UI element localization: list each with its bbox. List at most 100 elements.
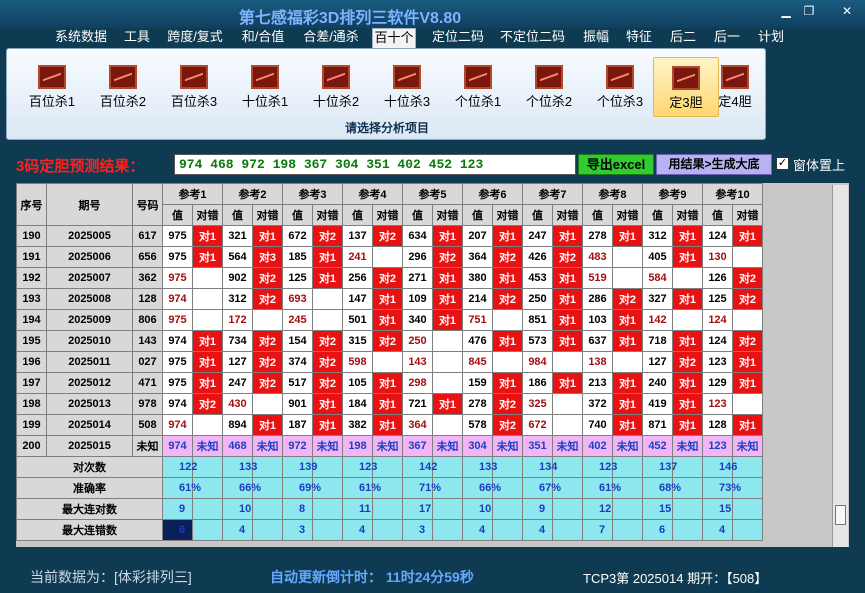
result-field[interactable]: 974 468 972 198 367 304 351 402 452 123 [174, 154, 576, 175]
cell-hit: 对2 [552, 246, 583, 268]
table-row[interactable]: 191 2025006 656 975 对1 564 对3 185 对1 241 296 对2 364 对… [16, 246, 763, 268]
table-row[interactable]: 192 2025007 362 975 902 对2 125 对1 256 对2 271 对1 380 对… [16, 267, 763, 289]
ribbon-button-label: 定3胆 [669, 95, 703, 110]
stats-value: 61% [599, 477, 643, 499]
table-row[interactable]: 196 2025011 027 975 对1 127 对2 374 对2 598 143 845 984… [16, 351, 763, 373]
ribbon-button-4[interactable]: 十位杀2 [303, 57, 369, 117]
minimize-button[interactable]: ▁ [775, 4, 797, 20]
stats-blank [462, 519, 493, 541]
menu-item-11[interactable]: 后一 [713, 28, 741, 48]
cell-hit: 对2 [312, 372, 343, 394]
cell-hit [192, 414, 223, 436]
menu-item-8[interactable]: 振幅 [582, 28, 610, 48]
ribbon-button-3[interactable]: 十位杀1 [232, 57, 298, 117]
ribbon-button-10[interactable]: 定4胆 [713, 57, 757, 117]
maximize-button[interactable]: ❐ [798, 4, 820, 20]
ribbon-button-8[interactable]: 个位杀3 [587, 57, 653, 117]
cell-hit: 对1 [672, 225, 703, 247]
cell-value: 296 [402, 246, 433, 268]
cell-hit: 对1 [372, 414, 403, 436]
scrollbar-thumb[interactable] [835, 505, 846, 525]
stats-value: 66% [239, 477, 283, 499]
menu-item-12[interactable]: 计划 [757, 28, 785, 48]
cell-value: 127 [642, 351, 673, 373]
stats-blank [582, 519, 613, 541]
ribbon-button-9[interactable]: 定3胆 [653, 57, 719, 117]
ribbon-button-0[interactable]: 百位杀1 [19, 57, 85, 117]
ribbon-button-5[interactable]: 十位杀3 [374, 57, 440, 117]
menu-item-6[interactable]: 定位二码 [432, 28, 484, 48]
cell-value: 578 [462, 414, 493, 436]
generate-base-button[interactable]: 用结果>生成大底 [656, 154, 772, 175]
cell-value: 419 [642, 393, 673, 415]
cell-value: 130 [702, 246, 733, 268]
predict-value: 123 [702, 435, 733, 457]
ribbon-button-6[interactable]: 个位杀1 [445, 57, 511, 117]
cell-seq: 197 [16, 372, 47, 394]
stats-label: 最大连对数 [16, 498, 163, 520]
menu-item-9[interactable]: 特征 [625, 28, 653, 48]
cell-hit [432, 330, 463, 352]
cell-hit: 对2 [312, 330, 343, 352]
table-row[interactable]: 198 2025013 978 974 对2 430 901 对1 184 对1 721 对1 278 对… [16, 393, 763, 415]
cell-number: 143 [132, 330, 163, 352]
table-row[interactable]: 190 2025005 617 975 对1 321 对1 672 对2 137 对2 634 对1 20… [16, 225, 763, 247]
stats-value: 10 [479, 498, 523, 520]
cell-value: 185 [282, 246, 313, 268]
close-button[interactable]: ✕ [836, 4, 858, 20]
cell-period: 2025015 [46, 435, 133, 457]
stats-blank [162, 519, 193, 541]
cell-hit [732, 246, 763, 268]
stats-row: 对次数 122 133 139 123 142 133 134 123 137 146 [16, 456, 763, 478]
prediction-row[interactable]: 200 2025015 未知 974 未知 468 未知 972 未知 198 未知 367 未知 304… [16, 435, 763, 457]
ribbon-button-1[interactable]: 百位杀2 [90, 57, 156, 117]
menu-item-0[interactable]: 系统数据 [55, 28, 107, 48]
cell-value: 382 [342, 414, 373, 436]
table-row[interactable]: 195 2025010 143 974 对1 734 对2 154 对2 315 对2 250 476 对… [16, 330, 763, 352]
cell-value: 241 [342, 246, 373, 268]
cell-hit [372, 351, 403, 373]
chart-icon [464, 65, 492, 89]
stats-value: 4 [239, 519, 283, 541]
menu-item-10[interactable]: 后二 [669, 28, 697, 48]
chart-icon [109, 65, 137, 89]
cell-hit: 对2 [312, 225, 343, 247]
cell-period: 2025005 [46, 225, 133, 247]
predict-hit: 未知 [192, 435, 223, 457]
menu-item-4[interactable]: 合差/通杀 [302, 28, 360, 48]
table-row[interactable]: 197 2025012 471 975 对1 247 对2 517 对2 105 对1 298 159 对… [16, 372, 763, 394]
table-row[interactable]: 193 2025008 128 974 312 对2 693 147 对1 109 对1 214 对2 2… [16, 288, 763, 310]
table-row[interactable]: 199 2025014 508 974 894 对1 187 对1 382 对1 364 578 对2 6… [16, 414, 763, 436]
menu-item-5[interactable]: 百十个 [372, 28, 416, 48]
header-hit: 对错 [732, 204, 763, 226]
cell-hit: 对1 [672, 246, 703, 268]
header-ref-2: 参考2 [222, 183, 283, 205]
table-row[interactable]: 194 2025009 806 975 172 245 501 对1 340 对1 751 851 对1… [16, 309, 763, 331]
cell-value: 138 [582, 351, 613, 373]
menu-item-2[interactable]: 跨度/复式 [167, 28, 223, 48]
ribbon-button-2[interactable]: 百位杀3 [161, 57, 227, 117]
menu-item-3[interactable]: 和/合值 [241, 28, 285, 48]
ribbon-button-7[interactable]: 个位杀2 [516, 57, 582, 117]
cell-value: 256 [342, 267, 373, 289]
cell-hit: 对1 [672, 330, 703, 352]
cell-hit: 对1 [372, 393, 403, 415]
export-excel-button[interactable]: 导出excel [578, 154, 654, 175]
cell-hit: 对1 [612, 393, 643, 415]
menu-item-1[interactable]: 工具 [123, 28, 151, 48]
cell-value: 974 [162, 288, 193, 310]
vertical-scrollbar[interactable] [832, 185, 848, 547]
stats-blank [282, 498, 313, 520]
stats-blank [282, 519, 313, 541]
cell-hit: 对2 [372, 225, 403, 247]
cell-hit [492, 309, 523, 331]
stats-value: 4 [359, 519, 403, 541]
cell-hit: 对1 [252, 225, 283, 247]
status-bar: 当前数据为：[体彩排列三] 自动更新倒计时： 11时24分59秒 TCP3第 2… [0, 562, 865, 590]
cell-value: 142 [642, 309, 673, 331]
stats-value: 133 [239, 456, 283, 478]
ontop-checkbox[interactable]: ✓ [776, 157, 789, 170]
cell-hit: 对2 [492, 393, 523, 415]
menu-item-7[interactable]: 不定位二码 [500, 28, 565, 48]
header-value: 值 [402, 204, 433, 226]
